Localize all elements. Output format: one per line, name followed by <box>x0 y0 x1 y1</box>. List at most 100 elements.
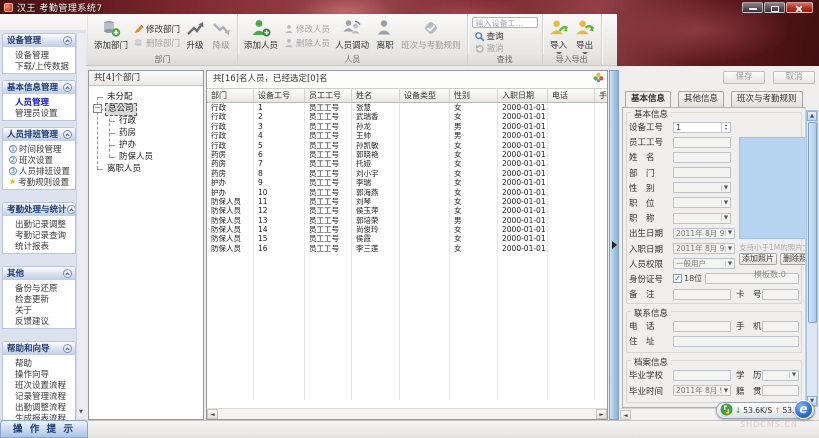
panel-splitter[interactable] <box>609 70 619 420</box>
sidebar-item[interactable]: 1时间段管理 <box>3 143 75 154</box>
table-row[interactable]: 药房7员工工号托娅女2000-01-01 <box>207 159 607 168</box>
delete-person-button[interactable]: 删除人员 <box>281 37 332 49</box>
add-department-button[interactable]: 添加部门 <box>91 17 131 52</box>
tree-node[interactable]: 总公司 <box>89 103 203 115</box>
detail-vscrollbar[interactable]: ▲ ▼ <box>806 110 818 407</box>
column-header[interactable]: 员工工号 <box>305 89 352 102</box>
sidebar-section-header[interactable]: 基本信息管理 <box>3 81 75 94</box>
maximize-button[interactable] <box>764 2 785 13</box>
tab-shift-rules[interactable]: 班次与考勤规则 <box>731 91 803 107</box>
add-person-button[interactable]: 添加人员 <box>241 17 281 52</box>
birth-date-select[interactable]: 2011年 8月 9日▼ <box>673 228 735 239</box>
sidebar-scrollbar[interactable]: ▼ <box>76 33 86 418</box>
upgrade-button[interactable]: 升级 <box>182 17 208 52</box>
table-row[interactable]: 防保人员14员工工号尚俊玲女2000-01-01 <box>207 225 607 234</box>
collapse-chevron-icon[interactable] <box>63 344 72 353</box>
card-number-field[interactable] <box>762 289 799 300</box>
sidebar-item[interactable]: 帮助 <box>3 357 75 368</box>
tree-expander-icon[interactable]: − <box>93 104 102 113</box>
address-field[interactable] <box>673 336 799 347</box>
table-row[interactable]: 药房6员工工号郭晓艳女2000-01-01 <box>207 150 607 159</box>
minimize-button[interactable] <box>742 2 763 13</box>
sidebar-item[interactable]: 反馈建议 <box>3 315 75 326</box>
table-row[interactable]: 护办9员工工号李瑞女2000-01-01 <box>207 178 607 187</box>
sidebar-item[interactable]: 出勤记录调整 <box>3 218 75 229</box>
table-row[interactable]: 行政2员工工号武瑞香女2000-01-01 <box>207 112 607 121</box>
collapse-chevron-icon[interactable] <box>63 36 72 45</box>
table-row[interactable]: 药房8员工工号刘小宇女2000-01-01 <box>207 169 607 178</box>
collapse-chevron-icon[interactable] <box>63 83 72 92</box>
sidebar-item[interactable]: 出勤调整流程 <box>3 401 75 412</box>
id18-checkbox[interactable]: ✓ <box>673 274 682 283</box>
graduation-date-select[interactable]: 2011年 8月 9日▼ <box>673 385 731 396</box>
sidebar-item[interactable]: 设备管理 <box>3 49 75 60</box>
device-id-search-input[interactable]: 输入设备工... <box>472 17 538 28</box>
table-row[interactable]: 行政4员工工号王帅男2000-01-01 <box>207 131 607 140</box>
scroll-right-icon[interactable]: ► <box>596 409 607 419</box>
scroll-left-icon[interactable]: ◄ <box>207 409 218 419</box>
native-place-field[interactable] <box>762 385 799 396</box>
job-title-select[interactable]: ▼ <box>673 213 731 224</box>
table-row[interactable]: 防保人员11员工工号刘琴女2000-01-01 <box>207 197 607 206</box>
splitter-collapse-icon[interactable] <box>612 241 617 249</box>
scroll-down-icon[interactable]: ▼ <box>79 409 83 415</box>
sidebar-section-header[interactable]: 帮助和向导 <box>3 342 75 355</box>
downgrade-button[interactable]: 降级 <box>208 17 234 52</box>
delete-department-button[interactable]: 删除部门 <box>131 37 182 49</box>
tree-node[interactable]: 未分配 <box>89 91 203 103</box>
sidebar-item[interactable]: ★考勤规则设置 <box>3 176 75 187</box>
sidebar-section-header[interactable]: 考勤处理与统计 <box>3 203 75 216</box>
department-field[interactable] <box>673 167 731 178</box>
add-photo-button[interactable]: 添加照片 <box>739 253 777 265</box>
column-header[interactable]: 电话 <box>548 89 595 102</box>
education-select[interactable]: ▼ <box>762 370 799 381</box>
sidebar-item[interactable]: 备份与还原 <box>3 282 75 293</box>
tree-node[interactable]: 护办 <box>89 139 203 151</box>
close-button[interactable] <box>786 2 813 13</box>
operation-hint-bar[interactable]: 操 作 提 示 <box>0 420 88 438</box>
sidebar-item[interactable]: 3人员排班设置 <box>3 165 75 176</box>
table-row[interactable]: 防保人员16员工工号李三莲女2000-01-01 <box>207 244 607 253</box>
employee-id-field[interactable] <box>673 137 731 148</box>
browser-e-icon[interactable]: e <box>794 400 813 419</box>
sidebar-item[interactable]: 检查更新 <box>3 293 75 304</box>
shift-rules-button[interactable]: 班次与考勤规则 <box>398 17 464 52</box>
column-header[interactable]: 姓名 <box>352 89 400 102</box>
sidebar-item[interactable]: 管理员设置 <box>3 107 75 118</box>
table-row[interactable]: 行政3员工工号孙龙男2000-01-01 <box>207 122 607 131</box>
tree-node[interactable]: 防保人员 <box>89 151 203 163</box>
sidebar-item[interactable]: 人员管理 <box>3 96 75 107</box>
cancel-button[interactable]: 取消 <box>773 71 815 84</box>
gender-select[interactable]: ▼ <box>673 182 731 193</box>
collapse-chevron-icon[interactable] <box>67 205 76 214</box>
column-header[interactable]: 设备工号 <box>254 89 305 102</box>
sidebar-item[interactable]: 操作向导 <box>3 368 75 379</box>
column-header[interactable]: 设备类型 <box>400 89 450 102</box>
scroll-left-icon[interactable]: ◄ <box>620 410 631 420</box>
sidebar-section-header[interactable]: 人员排班管理 <box>3 128 75 141</box>
tree-node[interactable]: 药房 <box>89 127 203 139</box>
undo-button[interactable]: 撤消 <box>472 42 506 54</box>
hire-date-select[interactable]: 2011年 8月 9日▼ <box>673 243 735 254</box>
collapse-chevron-icon[interactable] <box>63 269 72 278</box>
query-button[interactable]: 查询 <box>472 30 506 42</box>
person-leave-button[interactable]: 离职 <box>372 17 398 52</box>
table-row[interactable]: 防保人员13员工工号郭培荣男2000-01-01 <box>207 216 607 225</box>
export-button[interactable]: 导出 <box>572 17 598 56</box>
table-row[interactable]: 行政5员工工号孙凯敏女2000-01-01 <box>207 141 607 150</box>
privilege-select[interactable]: 一般用户▼ <box>673 258 735 269</box>
edit-department-button[interactable]: 修改部门 <box>131 23 182 35</box>
table-row[interactable]: 护办10员工工号郭海燕女2000-01-01 <box>207 188 607 197</box>
sidebar-item[interactable]: 考勤记录查询 <box>3 229 75 240</box>
person-transfer-button[interactable]: 人员调动 <box>332 17 372 52</box>
column-header[interactable]: 性别 <box>450 89 498 102</box>
note-field[interactable] <box>673 289 731 300</box>
collapse-chevron-icon[interactable] <box>63 130 72 139</box>
import-button[interactable]: 导入 <box>546 17 572 56</box>
table-row[interactable]: 防保人员15员工工号侯霞女2000-01-01 <box>207 234 607 243</box>
sidebar-item[interactable]: 班次设置流程 <box>3 379 75 390</box>
delete-photo-button[interactable]: 删除照片 <box>780 253 806 265</box>
mobile-field[interactable] <box>762 321 799 332</box>
sidebar-item[interactable]: 下载/上传数据 <box>3 60 75 71</box>
sidebar-section-header[interactable]: 设备管理 <box>3 34 75 47</box>
